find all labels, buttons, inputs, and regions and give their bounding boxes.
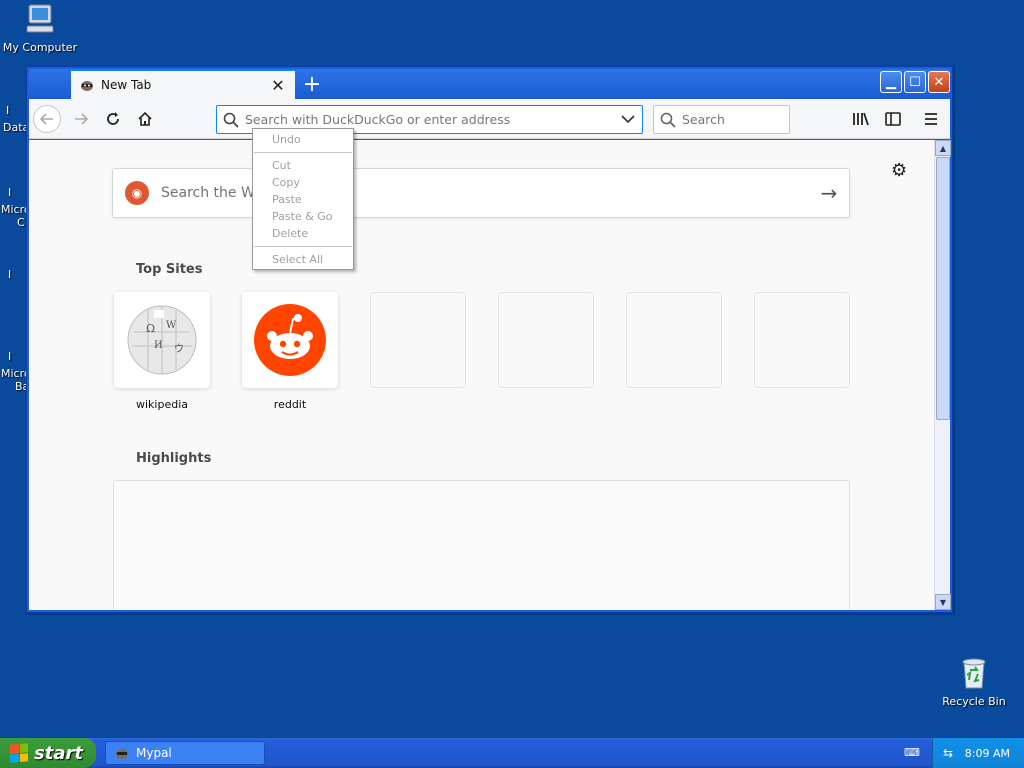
start-label: start xyxy=(34,742,83,764)
svg-text:И: И xyxy=(154,340,163,351)
arrow-right-icon[interactable]: → xyxy=(809,181,849,205)
top-site-tile[interactable]: reddit xyxy=(242,292,338,411)
sidebar-button[interactable] xyxy=(879,105,907,133)
partial-desktop-label: I xyxy=(6,104,10,117)
close-tab-icon[interactable]: ✕ xyxy=(269,76,287,95)
hamburger-menu-icon xyxy=(925,113,937,125)
top-site-name: reddit xyxy=(273,398,307,411)
scroll-up-arrow-icon[interactable]: ▲ xyxy=(935,140,951,156)
sidebar-icon xyxy=(885,112,901,126)
library-button[interactable] xyxy=(847,105,875,133)
menu-item-copy[interactable]: Copy xyxy=(253,174,353,191)
reload-button[interactable] xyxy=(99,105,127,133)
highlights-heading: Highlights xyxy=(136,451,212,466)
vertical-scrollbar[interactable]: ▲ ▼ xyxy=(934,140,951,610)
menu-separator xyxy=(254,152,352,153)
menu-item-paste[interactable]: Paste xyxy=(253,191,353,208)
highlights-panel xyxy=(113,480,850,610)
svg-text:ウ: ウ xyxy=(174,343,184,355)
reddit-logo-icon xyxy=(254,304,326,376)
url-input[interactable] xyxy=(245,112,614,127)
chevron-down-icon[interactable] xyxy=(614,113,642,127)
empty-top-site-slot[interactable] xyxy=(370,292,466,388)
duckduckgo-logo-icon: ◉ xyxy=(125,181,149,205)
scroll-down-arrow-icon[interactable]: ▼ xyxy=(935,594,951,610)
search-bar[interactable] xyxy=(653,105,790,134)
recycle-bin-icon xyxy=(962,658,986,689)
menu-item-undo[interactable]: Undo xyxy=(253,131,353,148)
home-icon xyxy=(138,111,152,126)
network-icon[interactable]: ⇆ xyxy=(943,746,953,760)
svg-text:W: W xyxy=(166,320,177,331)
my-computer-desktop-icon[interactable]: My Computer xyxy=(0,2,80,54)
new-tab-page: ⚙ ◉ → Top Sites Ω W И ウ wikipedia xyxy=(29,140,934,610)
tab-new-tab[interactable]: New Tab ✕ xyxy=(71,69,295,99)
taskbar-item-mypal[interactable]: Mypal xyxy=(105,741,265,765)
clock[interactable]: 8:09 AM xyxy=(965,747,1010,760)
browser-window: New Tab ✕ + ▁ ☐ ✕ Search with DuckDuckGo… xyxy=(26,66,953,613)
menu-item-paste-and-go[interactable]: Paste & Go xyxy=(253,208,353,225)
search-input[interactable] xyxy=(682,112,772,127)
search-icon xyxy=(660,112,676,128)
scrollbar-thumb[interactable] xyxy=(936,157,950,420)
gear-icon[interactable]: ⚙ xyxy=(891,160,907,181)
menu-item-delete[interactable]: Delete xyxy=(253,225,353,242)
library-icon xyxy=(853,112,869,126)
navigation-toolbar xyxy=(29,99,950,139)
menu-separator xyxy=(254,246,352,247)
home-button[interactable] xyxy=(131,105,159,133)
close-window-button[interactable]: ✕ xyxy=(928,71,950,93)
empty-top-site-slot[interactable] xyxy=(498,292,594,388)
svg-text:Ω: Ω xyxy=(146,322,155,335)
recycle-bin-label: Recycle Bin xyxy=(942,695,1006,708)
my-computer-label: My Computer xyxy=(2,41,78,54)
search-icon xyxy=(223,112,239,128)
reload-icon xyxy=(107,112,119,125)
partial-desktop-label: I xyxy=(8,350,12,363)
tab-bar: New Tab ✕ + ▁ ☐ ✕ xyxy=(29,69,950,99)
top-site-name: wikipedia xyxy=(135,398,188,411)
top-site-thumbnail xyxy=(242,292,338,388)
empty-top-site-slot[interactable] xyxy=(754,292,850,388)
new-tab-button[interactable]: + xyxy=(299,71,325,97)
tab-title: New Tab xyxy=(101,78,152,92)
back-button[interactable] xyxy=(33,105,61,133)
menu-item-cut[interactable]: Cut xyxy=(253,157,353,174)
taskbar-item-label: Mypal xyxy=(136,746,172,760)
web-search-box[interactable]: ◉ → xyxy=(112,168,850,218)
top-sites-heading: Top Sites xyxy=(136,262,203,277)
mypal-favicon-icon xyxy=(81,81,93,91)
empty-top-site-slot[interactable] xyxy=(626,292,722,388)
start-button[interactable]: start xyxy=(0,738,96,768)
partial-desktop-label: I xyxy=(8,268,12,281)
mypal-app-icon xyxy=(116,749,128,759)
recycle-bin-desktop-icon[interactable]: Recycle Bin xyxy=(934,656,1014,708)
keyboard-icon[interactable]: ⌨ xyxy=(904,746,920,759)
top-site-tile[interactable]: Ω W И ウ wikipedia xyxy=(114,292,210,411)
minimize-button[interactable]: ▁ xyxy=(880,71,902,93)
partial-desktop-label: C xyxy=(17,216,25,229)
taskbar: start Mypal ⌨ ⇆ 8:09 AM xyxy=(0,738,1024,768)
forward-arrow-icon xyxy=(75,113,89,125)
back-arrow-icon xyxy=(39,113,53,125)
computer-icon xyxy=(26,4,54,33)
context-menu: Undo Cut Copy Paste Paste & Go Delete Se… xyxy=(252,128,354,270)
wikipedia-logo-icon: Ω W И ウ xyxy=(127,305,197,375)
forward-button[interactable] xyxy=(67,105,95,133)
system-tray: ⇆ 8:09 AM xyxy=(932,738,1024,768)
top-site-thumbnail: Ω W И ウ xyxy=(114,292,210,388)
windows-logo-icon xyxy=(10,743,28,763)
menu-button[interactable] xyxy=(917,105,945,133)
maximize-button[interactable]: ☐ xyxy=(904,71,926,93)
menu-item-select-all[interactable]: Select All xyxy=(253,251,353,268)
partial-desktop-label: I xyxy=(8,186,12,199)
